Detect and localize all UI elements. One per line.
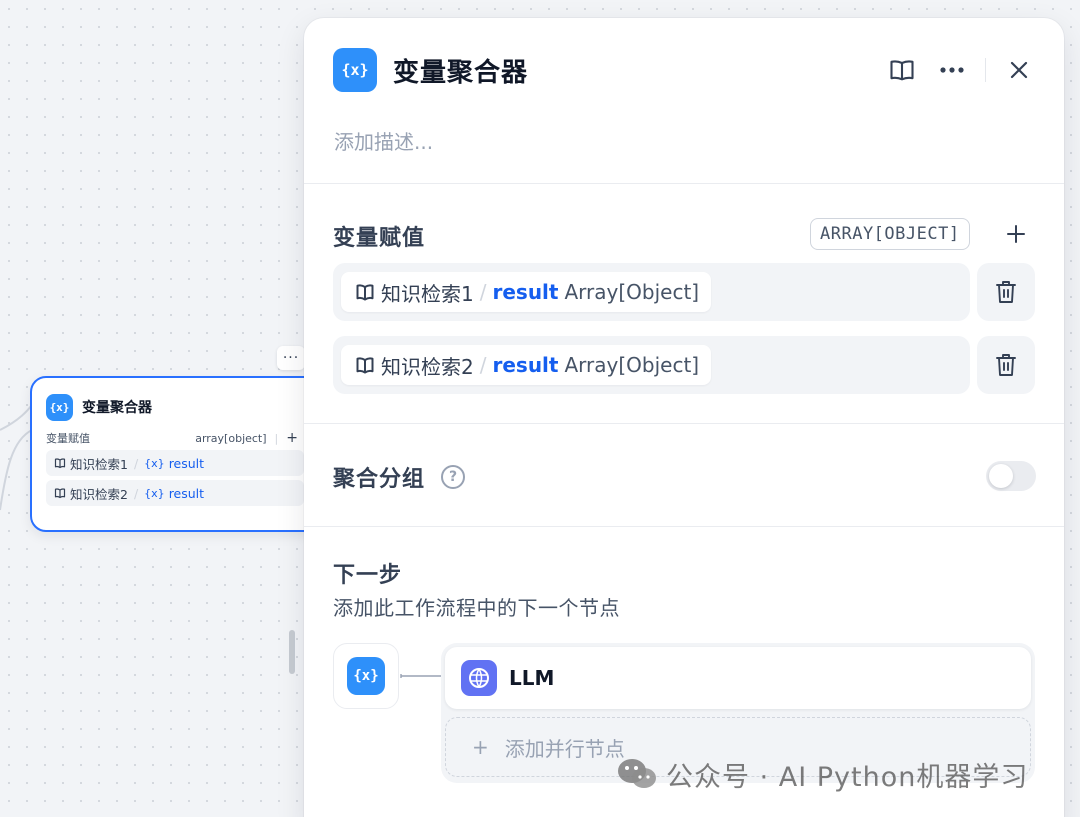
- variable-chip[interactable]: 知识检索2 / result Array[Object]: [341, 345, 712, 385]
- watermark-text: 公众号 · AI Python机器学习: [666, 761, 1029, 793]
- delete-variable-button[interactable]: [977, 263, 1035, 321]
- variable-type: Array[Object]: [564, 353, 700, 377]
- variable-source: 知识检索2: [381, 354, 474, 379]
- group-toggle[interactable]: [986, 461, 1036, 491]
- node-item-var: result: [168, 455, 205, 471]
- variable-icon: {x}: [347, 657, 385, 695]
- node-connector: [400, 674, 441, 678]
- panel-resize-handle[interactable]: [289, 630, 295, 674]
- variable-sep: /: [479, 280, 487, 304]
- node-item-sep: /: [133, 485, 139, 501]
- section-title-next: 下一步: [333, 563, 403, 588]
- type-badge: ARRAY[OBJECT]: [810, 218, 970, 250]
- variable-row[interactable]: 知识检索1 / result Array[Object]: [333, 263, 970, 321]
- variable-icon: {x}: [144, 486, 165, 500]
- book-icon[interactable]: [885, 53, 919, 87]
- close-icon[interactable]: [1002, 53, 1036, 87]
- section-title-group: 聚合分组: [333, 467, 426, 492]
- trash-icon: [996, 354, 1016, 376]
- next-node-llm[interactable]: LLM: [445, 647, 1031, 709]
- variable-chip[interactable]: 知识检索1 / result Array[Object]: [341, 272, 712, 312]
- next-node-label: LLM: [509, 666, 555, 690]
- variable-row[interactable]: 知识检索2 / result Array[Object]: [333, 336, 970, 394]
- knowledge-book-icon: [54, 458, 66, 469]
- knowledge-book-icon: [356, 284, 374, 301]
- node-var-item: 知识检索1 / {x} result: [46, 450, 304, 476]
- knowledge-book-icon: [356, 357, 374, 374]
- node-var-type: array[object]: [195, 431, 267, 445]
- divider: [304, 183, 1064, 184]
- plus-icon: +: [472, 735, 489, 759]
- llm-icon: [461, 660, 497, 696]
- variable-type: Array[Object]: [564, 280, 700, 304]
- variable-icon: {x}: [333, 48, 377, 92]
- header-divider: [985, 58, 986, 82]
- node-more-button[interactable]: ···: [277, 346, 305, 370]
- knowledge-book-icon: [54, 488, 66, 499]
- section-title-assign: 变量赋值: [333, 226, 426, 251]
- variable-aggregator-node[interactable]: {x} 变量聚合器 变量赋值 array[object] | + 知识检索1 /…: [30, 376, 327, 532]
- current-node-block: {x}: [333, 643, 399, 709]
- delete-variable-button[interactable]: [977, 336, 1035, 394]
- toggle-knob: [989, 464, 1013, 488]
- plus-icon: [1007, 225, 1025, 243]
- more-icon[interactable]: [935, 53, 969, 87]
- node-item-source: 知识检索1: [70, 456, 128, 472]
- variable-name: result: [492, 280, 559, 304]
- variable-name: result: [492, 353, 559, 377]
- variable-sep: /: [479, 353, 487, 377]
- wechat-icon: [618, 759, 656, 788]
- divider: [304, 526, 1064, 527]
- description-input[interactable]: 添加描述...: [334, 126, 433, 155]
- trash-icon: [996, 281, 1016, 303]
- node-title: 变量聚合器: [82, 400, 152, 416]
- panel-title[interactable]: 变量聚合器: [393, 52, 528, 89]
- next-step-subtitle: 添加此工作流程中的下一个节点: [333, 596, 620, 620]
- panel-header: {x} 变量聚合器: [333, 47, 1036, 93]
- node-add-icon[interactable]: +: [286, 430, 298, 446]
- node-var-item: 知识检索2 / {x} result: [46, 480, 304, 506]
- node-var-label: 变量赋值: [46, 432, 90, 445]
- variable-icon: {x}: [144, 456, 165, 470]
- variable-source: 知识检索1: [381, 281, 474, 306]
- watermark: 公众号 · AI Python机器学习: [616, 752, 1028, 796]
- node-item-sep: /: [133, 455, 139, 471]
- variable-icon: {x}: [46, 393, 73, 421]
- node-divider: |: [274, 431, 279, 445]
- node-item-var: result: [168, 485, 205, 501]
- divider: [304, 423, 1064, 424]
- help-icon[interactable]: ?: [441, 465, 465, 489]
- add-parallel-label: 添加并行节点: [504, 736, 625, 761]
- node-config-panel: {x} 变量聚合器 添加描述... 变量赋值 ARRAY[OBJECT] 知识检…: [304, 18, 1064, 817]
- add-variable-button[interactable]: [1000, 218, 1032, 250]
- node-item-source: 知识检索2: [70, 486, 128, 502]
